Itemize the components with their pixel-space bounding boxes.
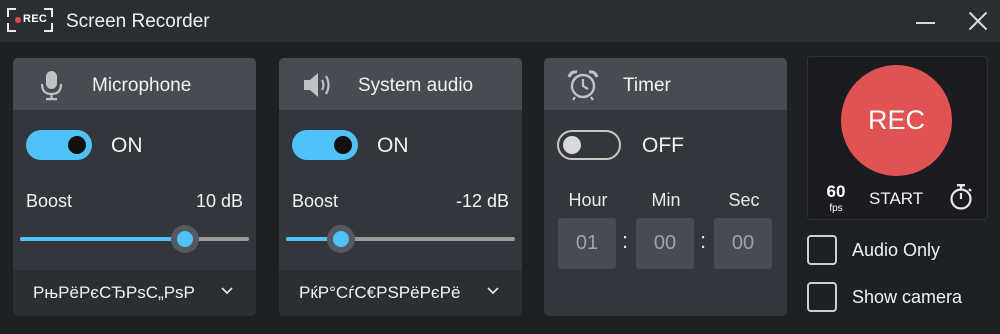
audio-only-checkbox[interactable] bbox=[807, 235, 837, 265]
timer-header: Timer bbox=[544, 58, 787, 110]
system-audio-toggle[interactable] bbox=[292, 130, 358, 160]
time-separator: : bbox=[700, 228, 707, 253]
system-audio-device-dropdown[interactable]: РќР°СѓС€РЅРёРєРё bbox=[279, 270, 522, 316]
microphone-boost-label: Boost bbox=[26, 191, 73, 211]
fps-unit: fps bbox=[829, 203, 843, 214]
close-button[interactable] bbox=[963, 6, 993, 36]
alarm-clock-icon bbox=[567, 70, 599, 101]
show-camera-checkbox[interactable] bbox=[807, 282, 837, 312]
microphone-boost-slider[interactable] bbox=[20, 225, 249, 253]
hour-input[interactable]: 01 bbox=[558, 218, 616, 269]
minimize-icon bbox=[916, 22, 935, 24]
app-title: Screen Recorder bbox=[66, 11, 210, 32]
show-camera-option[interactable]: Show camera bbox=[807, 282, 997, 316]
min-input[interactable]: 00 bbox=[636, 218, 694, 269]
system-audio-device-value: РќР°СѓС€РЅРёРєРё bbox=[299, 283, 461, 302]
audio-only-label: Audio Only bbox=[852, 240, 941, 260]
slider-thumb[interactable] bbox=[326, 225, 355, 253]
time-separator: : bbox=[622, 228, 629, 253]
microphone-toggle-state: ON bbox=[111, 134, 143, 157]
hour-label: Hour bbox=[568, 190, 608, 210]
system-audio-boost-value: -12 dB bbox=[455, 191, 509, 211]
rec-button[interactable]: REC bbox=[841, 65, 952, 176]
timer-panel: Timer OFF Hour Min Sec 01 : 00 : 00 bbox=[544, 58, 787, 316]
system-audio-panel: System audio ON Boost -12 dB РќР°СѓС€РЅР… bbox=[279, 58, 522, 316]
sec-label: Sec bbox=[728, 190, 760, 210]
timer-toggle-state: OFF bbox=[642, 134, 684, 157]
system-audio-header: System audio bbox=[279, 58, 522, 110]
audio-only-option[interactable]: Audio Only bbox=[807, 235, 997, 269]
minimize-button[interactable] bbox=[912, 6, 942, 36]
microphone-panel: Microphone ON Boost 10 dB РњРёРєСЂРѕС„Рѕ… bbox=[13, 58, 256, 316]
system-audio-boost-slider[interactable] bbox=[286, 225, 515, 253]
microphone-header: Microphone bbox=[13, 58, 256, 110]
min-label: Min bbox=[651, 190, 681, 210]
record-area: REC 60 fps START bbox=[807, 56, 988, 220]
microphone-device-dropdown[interactable]: РњРёРєСЂРѕС„РѕР bbox=[13, 270, 256, 316]
timer-title: Timer bbox=[623, 75, 671, 96]
fps-value[interactable]: 60 bbox=[822, 182, 850, 202]
microphone-title: Microphone bbox=[92, 75, 192, 96]
show-camera-label: Show camera bbox=[852, 287, 963, 307]
stopwatch-icon[interactable] bbox=[948, 183, 974, 211]
chevron-down-icon bbox=[221, 287, 233, 295]
microphone-boost-value: 10 dB bbox=[195, 191, 243, 211]
system-audio-title: System audio bbox=[358, 75, 474, 96]
system-audio-boost-label: Boost bbox=[292, 191, 339, 211]
microphone-icon bbox=[40, 71, 63, 101]
title-bar: REC Screen Recorder bbox=[0, 0, 1000, 42]
speaker-icon bbox=[304, 73, 330, 97]
rec-logo-icon: REC bbox=[7, 8, 53, 32]
microphone-toggle[interactable] bbox=[26, 130, 92, 160]
timer-toggle[interactable] bbox=[557, 130, 621, 160]
microphone-device-value: РњРёРєСЂРѕС„РѕР bbox=[33, 283, 195, 302]
system-audio-toggle-state: ON bbox=[377, 134, 409, 157]
chevron-down-icon bbox=[487, 287, 499, 295]
start-label: START bbox=[869, 189, 924, 208]
logo-text: REC bbox=[23, 13, 48, 25]
sec-input[interactable]: 00 bbox=[714, 218, 772, 269]
slider-thumb[interactable] bbox=[170, 225, 199, 253]
